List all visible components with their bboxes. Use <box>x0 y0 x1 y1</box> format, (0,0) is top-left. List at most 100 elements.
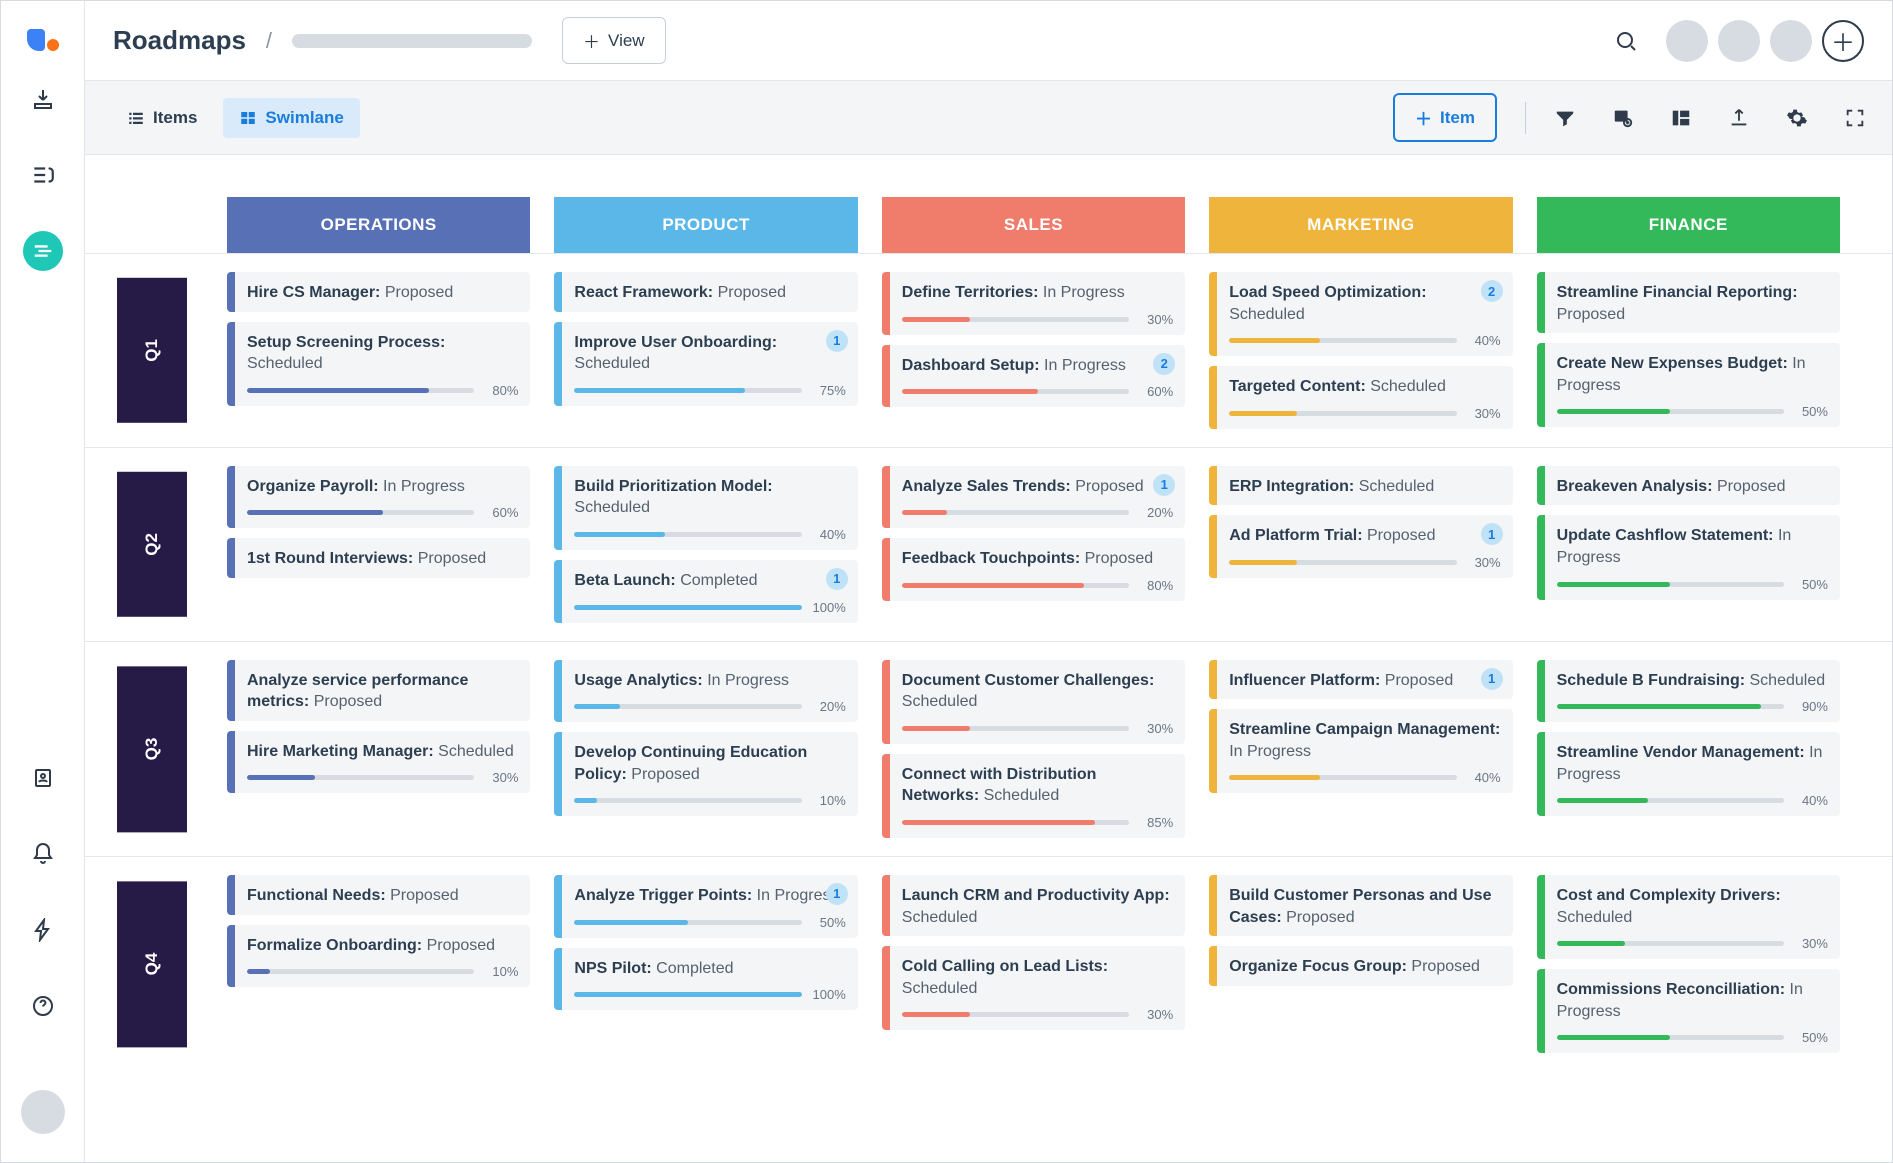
roadmap-card[interactable]: Usage Analytics: In Progress 20% <box>554 660 857 723</box>
header-avatar-2[interactable] <box>1718 20 1760 62</box>
column-header-operations[interactable]: OPERATIONS <box>227 197 530 253</box>
roadmap-card[interactable]: Targeted Content: Scheduled30% <box>1209 366 1512 429</box>
layout-icon[interactable] <box>1670 107 1692 129</box>
column-header-finance[interactable]: FINANCE <box>1537 197 1840 253</box>
card-body: Analyze Sales Trends: Proposed120% <box>890 466 1185 529</box>
card-body: 1st Round Interviews: Proposed <box>235 538 530 578</box>
roadmap-card[interactable]: Document Customer Challenges: Scheduled3… <box>882 660 1185 744</box>
roadmap-card[interactable]: Define Territories: In Progress30% <box>882 272 1185 335</box>
breadcrumb-placeholder[interactable] <box>292 34 532 48</box>
help-icon[interactable] <box>23 986 63 1026</box>
card-badge: 1 <box>826 330 848 352</box>
toolbar: Items Swimlane ＋ Item <box>85 81 1892 155</box>
roadmap-card[interactable]: Update Cashflow Statement: In Progress50… <box>1537 515 1840 599</box>
user-avatar[interactable] <box>21 1090 65 1134</box>
roadmap-card[interactable]: Streamline Campaign Management: In Progr… <box>1209 709 1512 793</box>
header-avatar-3[interactable] <box>1770 20 1812 62</box>
gear-icon[interactable] <box>1786 107 1808 129</box>
card-color-bar <box>882 272 890 335</box>
roadmap-card[interactable]: Develop Continuing Education Policy: Pro… <box>554 732 857 816</box>
roadmap-card[interactable]: Feedback Touchpoints: Proposed80% <box>882 538 1185 601</box>
card-body: Streamline Financial Reporting: Proposed <box>1545 272 1840 333</box>
progress-bar: 40% <box>1557 793 1828 808</box>
roadmap-card[interactable]: Hire Marketing Manager: Scheduled30% <box>227 731 530 794</box>
card-body: Load Speed Optimization: Scheduled240% <box>1217 272 1512 356</box>
roadmap-card[interactable]: Build Customer Personas and Use Cases: P… <box>1209 875 1512 936</box>
card-color-bar <box>882 754 890 838</box>
progress-percent: 50% <box>1794 1030 1828 1045</box>
add-button[interactable]: ＋ <box>1822 20 1864 62</box>
inbox-icon[interactable] <box>23 79 63 119</box>
roadmap-card[interactable]: Cold Calling on Lead Lists: Scheduled30% <box>882 946 1185 1030</box>
link-icon[interactable] <box>1612 107 1634 129</box>
roadmap-card[interactable]: NPS Pilot: Completed100% <box>554 948 857 1011</box>
roadmap-card[interactable]: Commissions Reconcilliation: In Progress… <box>1537 969 1840 1053</box>
roadmap-card[interactable]: ERP Integration: Scheduled <box>1209 466 1512 506</box>
swimlane-cell: Schedule B Fundraising: Scheduled90% Stre… <box>1525 660 1852 838</box>
roadmap-card[interactable]: Formalize Onboarding: Proposed10% <box>227 925 530 988</box>
swimlane-row: Q1Hire CS Manager: ProposedSetup Screeni… <box>85 253 1892 447</box>
roadmap-card[interactable]: Connect with Distribution Networks: Sche… <box>882 754 1185 838</box>
progress-bar: 80% <box>247 383 518 398</box>
roadmap-card[interactable]: Analyze Sales Trends: Proposed120% <box>882 466 1185 529</box>
card-color-bar <box>882 345 890 408</box>
roadmap-card[interactable]: Influencer Platform: Proposed1 <box>1209 660 1512 700</box>
filter-icon[interactable] <box>1554 107 1576 129</box>
roadmap-card[interactable]: Improve User Onboarding: Scheduled175% <box>554 322 857 406</box>
swimlane-cell: Build Customer Personas and Use Cases: P… <box>1197 875 1524 1053</box>
tab-items[interactable]: Items <box>111 98 213 138</box>
export-icon[interactable] <box>1728 107 1750 129</box>
progress-percent: 30% <box>1139 1007 1173 1022</box>
card-title: Define Territories: In Progress <box>902 282 1173 304</box>
card-title: Usage Analytics: In Progress <box>574 670 845 692</box>
column-header-product[interactable]: PRODUCT <box>554 197 857 253</box>
roadmap-card[interactable]: Analyze service performance metrics: Pro… <box>227 660 530 721</box>
column-header-sales[interactable]: SALES <box>882 197 1185 253</box>
roadmap-card[interactable]: Cost and Complexity Drivers: Scheduled30… <box>1537 875 1840 959</box>
add-item-button[interactable]: ＋ Item <box>1393 93 1497 142</box>
roadmap-card[interactable]: Dashboard Setup: In Progress260% <box>882 345 1185 408</box>
progress-bar: 20% <box>574 699 845 714</box>
roadmap-card[interactable]: Organize Payroll: In Progress60% <box>227 466 530 529</box>
app-logo[interactable] <box>27 19 59 51</box>
roadmap-card[interactable]: Setup Screening Process: Scheduled80% <box>227 322 530 406</box>
column-header-marketing[interactable]: MARKETING <box>1209 197 1512 253</box>
bolt-icon[interactable] <box>23 910 63 950</box>
tab-swimlane[interactable]: Swimlane <box>223 98 359 138</box>
card-title: Beta Launch: Completed <box>574 570 845 592</box>
header-avatar-1[interactable] <box>1666 20 1708 62</box>
roadmap-card[interactable]: Ad Platform Trial: Proposed130% <box>1209 515 1512 578</box>
card-title: Ad Platform Trial: Proposed <box>1229 525 1500 547</box>
roadmap-card[interactable]: Load Speed Optimization: Scheduled240% <box>1209 272 1512 356</box>
main-content: Roadmaps / ＋ View ＋ Items <box>85 1 1892 1162</box>
card-body: Connect with Distribution Networks: Sche… <box>890 754 1185 838</box>
roadmap-card[interactable]: Functional Needs: Proposed <box>227 875 530 915</box>
card-color-bar <box>554 560 562 623</box>
roadmap-card[interactable]: Organize Focus Group: Proposed <box>1209 946 1512 986</box>
plus-icon: ＋ <box>1415 105 1432 130</box>
roadmap-card[interactable]: Build Prioritization Model: Scheduled40% <box>554 466 857 550</box>
contacts-icon[interactable] <box>23 758 63 798</box>
roadmap-card[interactable]: Schedule B Fundraising: Scheduled90% <box>1537 660 1840 723</box>
roadmap-card[interactable]: React Framework: Proposed <box>554 272 857 312</box>
list-icon[interactable] <box>23 155 63 195</box>
roadmap-card[interactable]: Streamline Vendor Management: In Progres… <box>1537 732 1840 816</box>
roadmap-card[interactable]: Create New Expenses Budget: In Progress5… <box>1537 343 1840 427</box>
bell-icon[interactable] <box>23 834 63 874</box>
app-root: Roadmaps / ＋ View ＋ Items <box>0 0 1893 1163</box>
roadmap-card[interactable]: Launch CRM and Productivity App: Schedul… <box>882 875 1185 936</box>
roadmap-icon[interactable] <box>23 231 63 271</box>
roadmap-card[interactable]: Beta Launch: Completed1100% <box>554 560 857 623</box>
progress-bar: 10% <box>247 964 518 979</box>
card-color-bar <box>1209 272 1217 356</box>
roadmap-card[interactable]: Streamline Financial Reporting: Proposed <box>1537 272 1840 333</box>
search-icon[interactable] <box>1614 29 1638 53</box>
roadmap-card[interactable]: Analyze Trigger Points: In Progress150% <box>554 875 857 938</box>
roadmap-card[interactable]: 1st Round Interviews: Proposed <box>227 538 530 578</box>
progress-percent: 20% <box>812 699 846 714</box>
roadmap-card[interactable]: Breakeven Analysis: Proposed <box>1537 466 1840 506</box>
fullscreen-icon[interactable] <box>1844 107 1866 129</box>
view-button[interactable]: ＋ View <box>562 17 666 64</box>
card-body: React Framework: Proposed <box>562 272 857 312</box>
roadmap-card[interactable]: Hire CS Manager: Proposed <box>227 272 530 312</box>
